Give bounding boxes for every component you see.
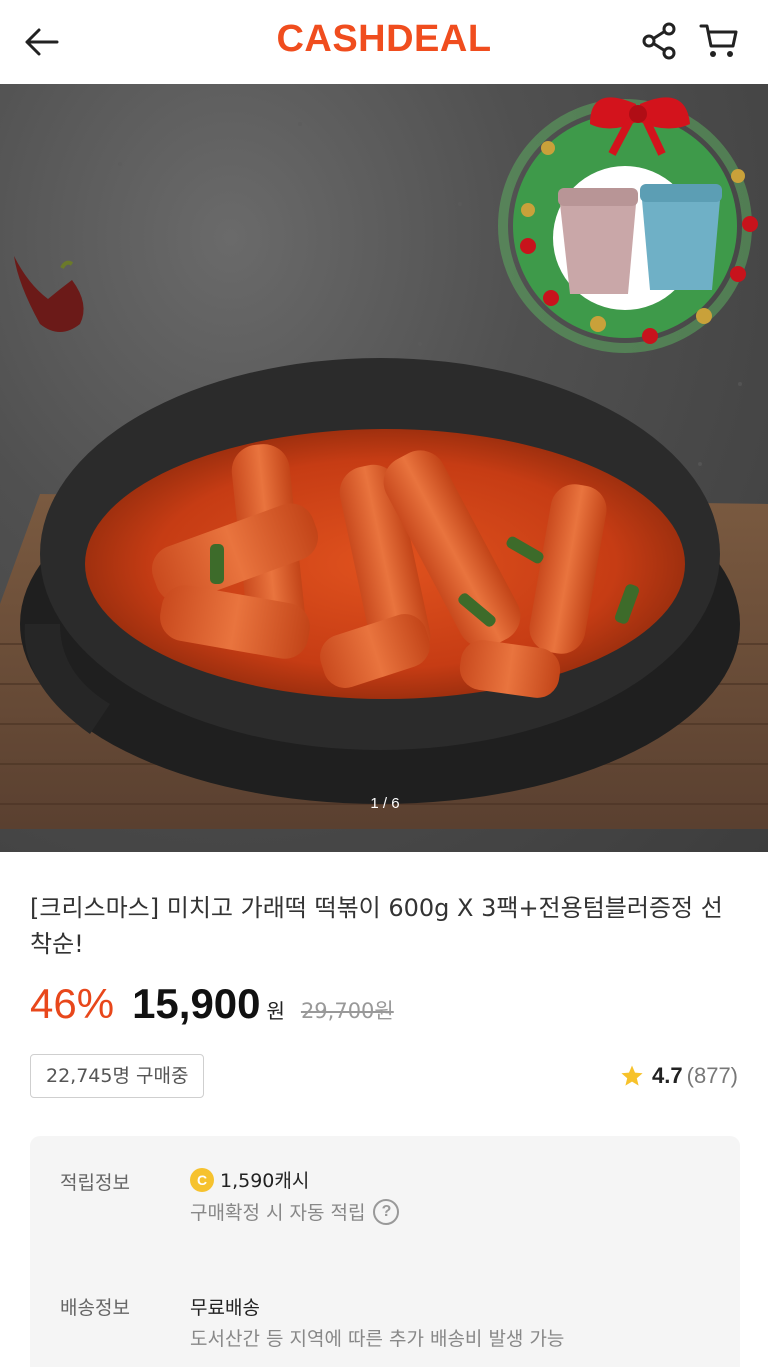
- discount-rate: 46%: [30, 980, 115, 1027]
- star-icon: [621, 1065, 643, 1086]
- reward-desc-row: 구매확정 시 자동 적립 ?: [190, 1198, 400, 1225]
- cart-icon: [699, 24, 738, 57]
- app-header: CASHDEAL: [0, 0, 768, 84]
- share-button[interactable]: [636, 18, 682, 64]
- reward-amount: 1,590캐시: [220, 1170, 310, 1192]
- product-image-gallery[interactable]: [0, 84, 768, 852]
- reward-amount-row: C 1,590캐시: [190, 1166, 309, 1193]
- cash-coin-icon: C: [190, 1167, 214, 1192]
- rating[interactable]: 4.7 (877): [620, 1060, 738, 1092]
- gallery-page-counter: 1 / 6: [370, 795, 400, 812]
- shipping-desc: 도서산간 등 지역에 따른 추가 배송비 발생 가능: [190, 1328, 565, 1350]
- shipping-label: 배송정보: [60, 1297, 130, 1319]
- reward-desc: 구매확정 시 자동 적립: [190, 1202, 366, 1224]
- help-icon[interactable]: ?: [373, 1198, 400, 1225]
- share-icon: [642, 22, 676, 60]
- product-title: [크리스마스] 미치고 가래떡 떡볶이 600g X 3팩+전용텀블러증정 선착…: [30, 894, 723, 958]
- purchase-info-panel: 적립정보 C 1,590캐시 구매확정 시 자동 적립 ? 배송정보 무료배송 …: [30, 1136, 740, 1367]
- currency-unit: 원: [266, 999, 285, 1023]
- price-row: 46% 15,900 원 29,700원: [30, 980, 394, 1036]
- review-count: (877): [686, 1063, 738, 1088]
- rating-value: 4.7: [652, 1063, 683, 1088]
- sale-price: 15,900: [132, 980, 261, 1027]
- cart-button[interactable]: [694, 18, 744, 64]
- original-price: 29,700원: [300, 999, 394, 1023]
- buyers-count-badge: 22,745명 구매중: [30, 1054, 205, 1098]
- shipping-main: 무료배송: [190, 1297, 260, 1319]
- product-photo: [0, 97, 768, 829]
- reward-label: 적립정보: [60, 1172, 130, 1194]
